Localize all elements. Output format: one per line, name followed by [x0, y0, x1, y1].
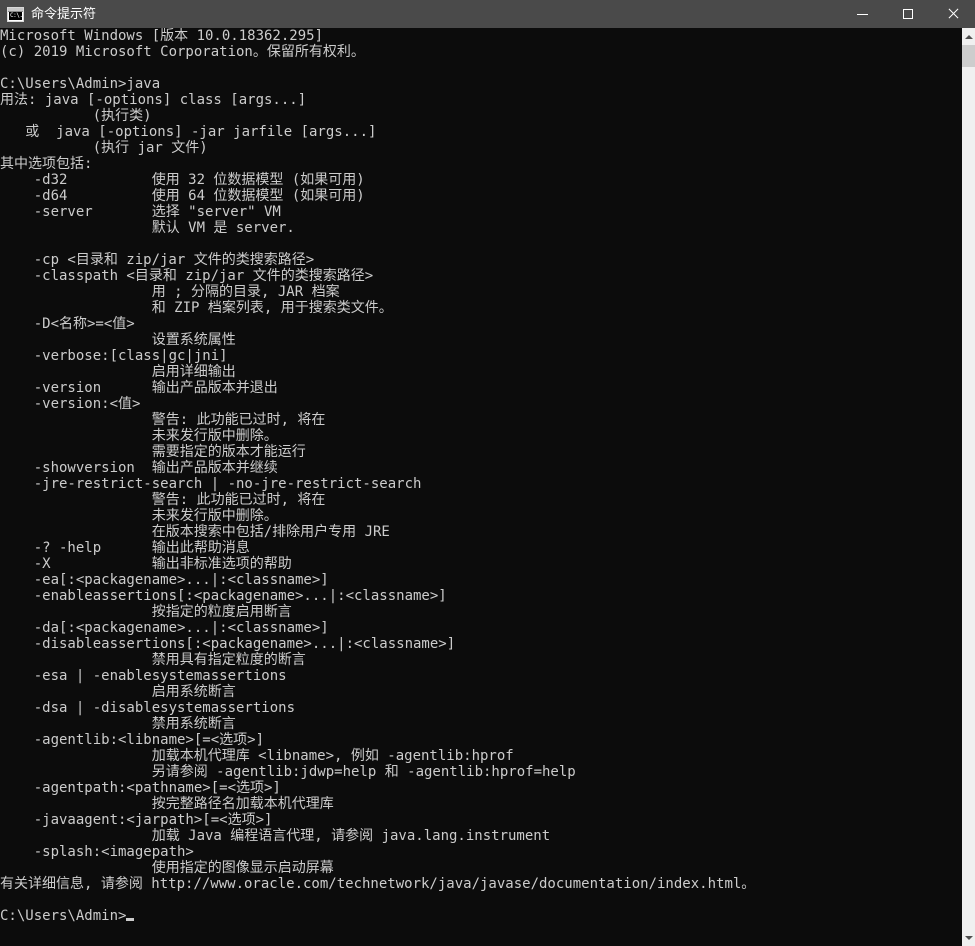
scrollbar-track[interactable]	[962, 45, 975, 929]
scroll-up-arrow-icon[interactable]	[962, 28, 975, 45]
maximize-button[interactable]	[885, 0, 930, 28]
minimize-icon	[857, 13, 868, 15]
window-controls	[840, 0, 975, 28]
console-output[interactable]: Microsoft Windows [版本 10.0.18362.295] (c…	[0, 28, 962, 946]
window-title: 命令提示符	[31, 6, 97, 21]
text-cursor	[126, 918, 135, 921]
command-prompt-window: C:\. 命令提示符 Microsoft Windows [版本 10.0.18…	[0, 0, 975, 946]
minimize-button[interactable]	[840, 0, 885, 28]
scrollbar-thumb[interactable]	[962, 45, 975, 67]
chevron-up-icon	[964, 34, 973, 39]
cmd-icon: C:\.	[7, 6, 24, 22]
close-button[interactable]	[930, 0, 975, 28]
close-icon	[947, 8, 959, 20]
chevron-down-icon	[964, 935, 973, 940]
cmd-icon-screen: C:\.	[9, 11, 22, 20]
title-bar[interactable]: C:\. 命令提示符	[0, 0, 975, 28]
maximize-icon	[902, 9, 913, 19]
vertical-scrollbar[interactable]	[962, 28, 975, 946]
console-area: Microsoft Windows [版本 10.0.18362.295] (c…	[0, 28, 975, 946]
scroll-down-arrow-icon[interactable]	[962, 929, 975, 946]
title-bar-left: C:\. 命令提示符	[0, 0, 840, 28]
